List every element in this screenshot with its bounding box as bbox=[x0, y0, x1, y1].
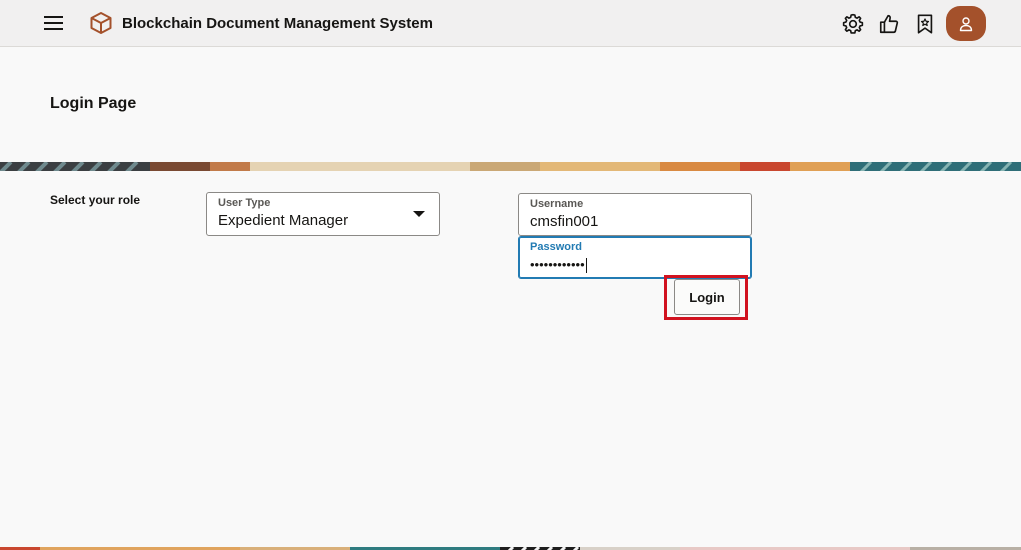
user-type-value: Expedient Manager bbox=[218, 212, 349, 229]
app-root: Blockchain Document Management System Lo… bbox=[0, 0, 1021, 550]
hamburger-menu-icon[interactable] bbox=[40, 11, 68, 35]
user-icon bbox=[959, 16, 973, 31]
password-masked-value: •••••••••••• bbox=[530, 257, 585, 272]
settings-gear-icon[interactable] bbox=[840, 11, 866, 37]
bookmark-icon[interactable] bbox=[912, 11, 938, 37]
app-logo-cube-icon bbox=[89, 11, 113, 35]
dropdown-arrow-icon[interactable] bbox=[413, 210, 425, 218]
password-value-wrap[interactable]: •••••••••••• bbox=[530, 257, 587, 274]
decorative-footer-banner bbox=[0, 542, 1021, 550]
login-button[interactable]: Login bbox=[674, 279, 740, 315]
page-title: Login Page bbox=[50, 95, 137, 112]
user-avatar[interactable] bbox=[946, 6, 986, 41]
app-title: Blockchain Document Management System bbox=[122, 15, 433, 32]
password-field[interactable]: Password •••••••••••• bbox=[518, 236, 752, 279]
app-header: Blockchain Document Management System bbox=[0, 0, 1021, 47]
username-field[interactable]: Username cmsfin001 bbox=[518, 193, 752, 236]
text-caret bbox=[585, 258, 587, 274]
username-label: Username bbox=[530, 198, 584, 210]
user-type-label: User Type bbox=[218, 197, 271, 209]
password-label: Password bbox=[530, 241, 582, 253]
user-type-select[interactable]: User Type Expedient Manager bbox=[206, 192, 440, 236]
username-value[interactable]: cmsfin001 bbox=[530, 213, 598, 230]
thumbs-up-icon[interactable] bbox=[876, 11, 902, 37]
select-role-label: Select your role bbox=[50, 193, 141, 207]
decorative-banner bbox=[0, 160, 1021, 171]
